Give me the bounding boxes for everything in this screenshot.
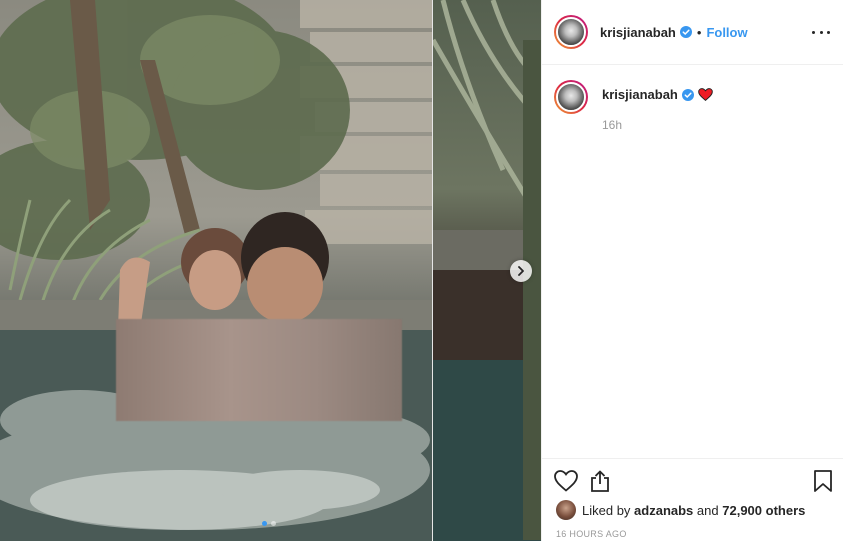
red-heart-icon xyxy=(698,88,713,101)
follow-button[interactable]: Follow xyxy=(706,25,747,40)
next-slide-button[interactable] xyxy=(510,260,532,282)
carousel-dot xyxy=(271,521,276,526)
more-options-icon[interactable] xyxy=(812,24,830,40)
carousel-dot-active xyxy=(262,521,267,526)
post-actions: Liked by adzanabs and 72,900 others 16 H… xyxy=(542,458,843,541)
post-photo-current xyxy=(0,0,432,541)
avatar[interactable] xyxy=(554,15,588,49)
liker-username[interactable]: adzanabs xyxy=(634,503,693,518)
avatar[interactable] xyxy=(554,80,588,114)
censor-blur xyxy=(116,319,402,421)
carousel-indicator xyxy=(262,521,276,526)
caption-relative-time[interactable]: 16h xyxy=(602,118,713,132)
verified-badge-icon xyxy=(679,26,692,38)
separator-dot: • xyxy=(696,24,702,40)
caption-username[interactable]: krisjianabah xyxy=(602,87,678,102)
post-header: krisjianabah • Follow xyxy=(542,0,843,65)
likes-prefix: Liked by xyxy=(582,502,631,518)
bookmark-icon[interactable] xyxy=(814,470,832,492)
chevron-right-icon xyxy=(518,266,524,276)
likes-summary: Liked by adzanabs and 72,900 others xyxy=(556,500,805,520)
verified-badge-icon xyxy=(681,88,694,101)
likes-others[interactable]: 72,900 others xyxy=(722,503,805,518)
liker-avatar[interactable] xyxy=(556,500,576,520)
caption: krisjianabah 16h xyxy=(554,80,713,132)
share-icon[interactable] xyxy=(589,470,611,492)
likes-and: and xyxy=(696,502,719,518)
post-media[interactable] xyxy=(0,0,541,541)
post-sidebar: krisjianabah • Follow krisjianabah 16h L… xyxy=(541,0,843,541)
photo-scene xyxy=(0,0,432,541)
post-timestamp[interactable]: 16 HOURS AGO xyxy=(556,529,627,539)
username-link[interactable]: krisjianabah xyxy=(600,25,676,40)
heart-icon[interactable] xyxy=(554,470,578,492)
